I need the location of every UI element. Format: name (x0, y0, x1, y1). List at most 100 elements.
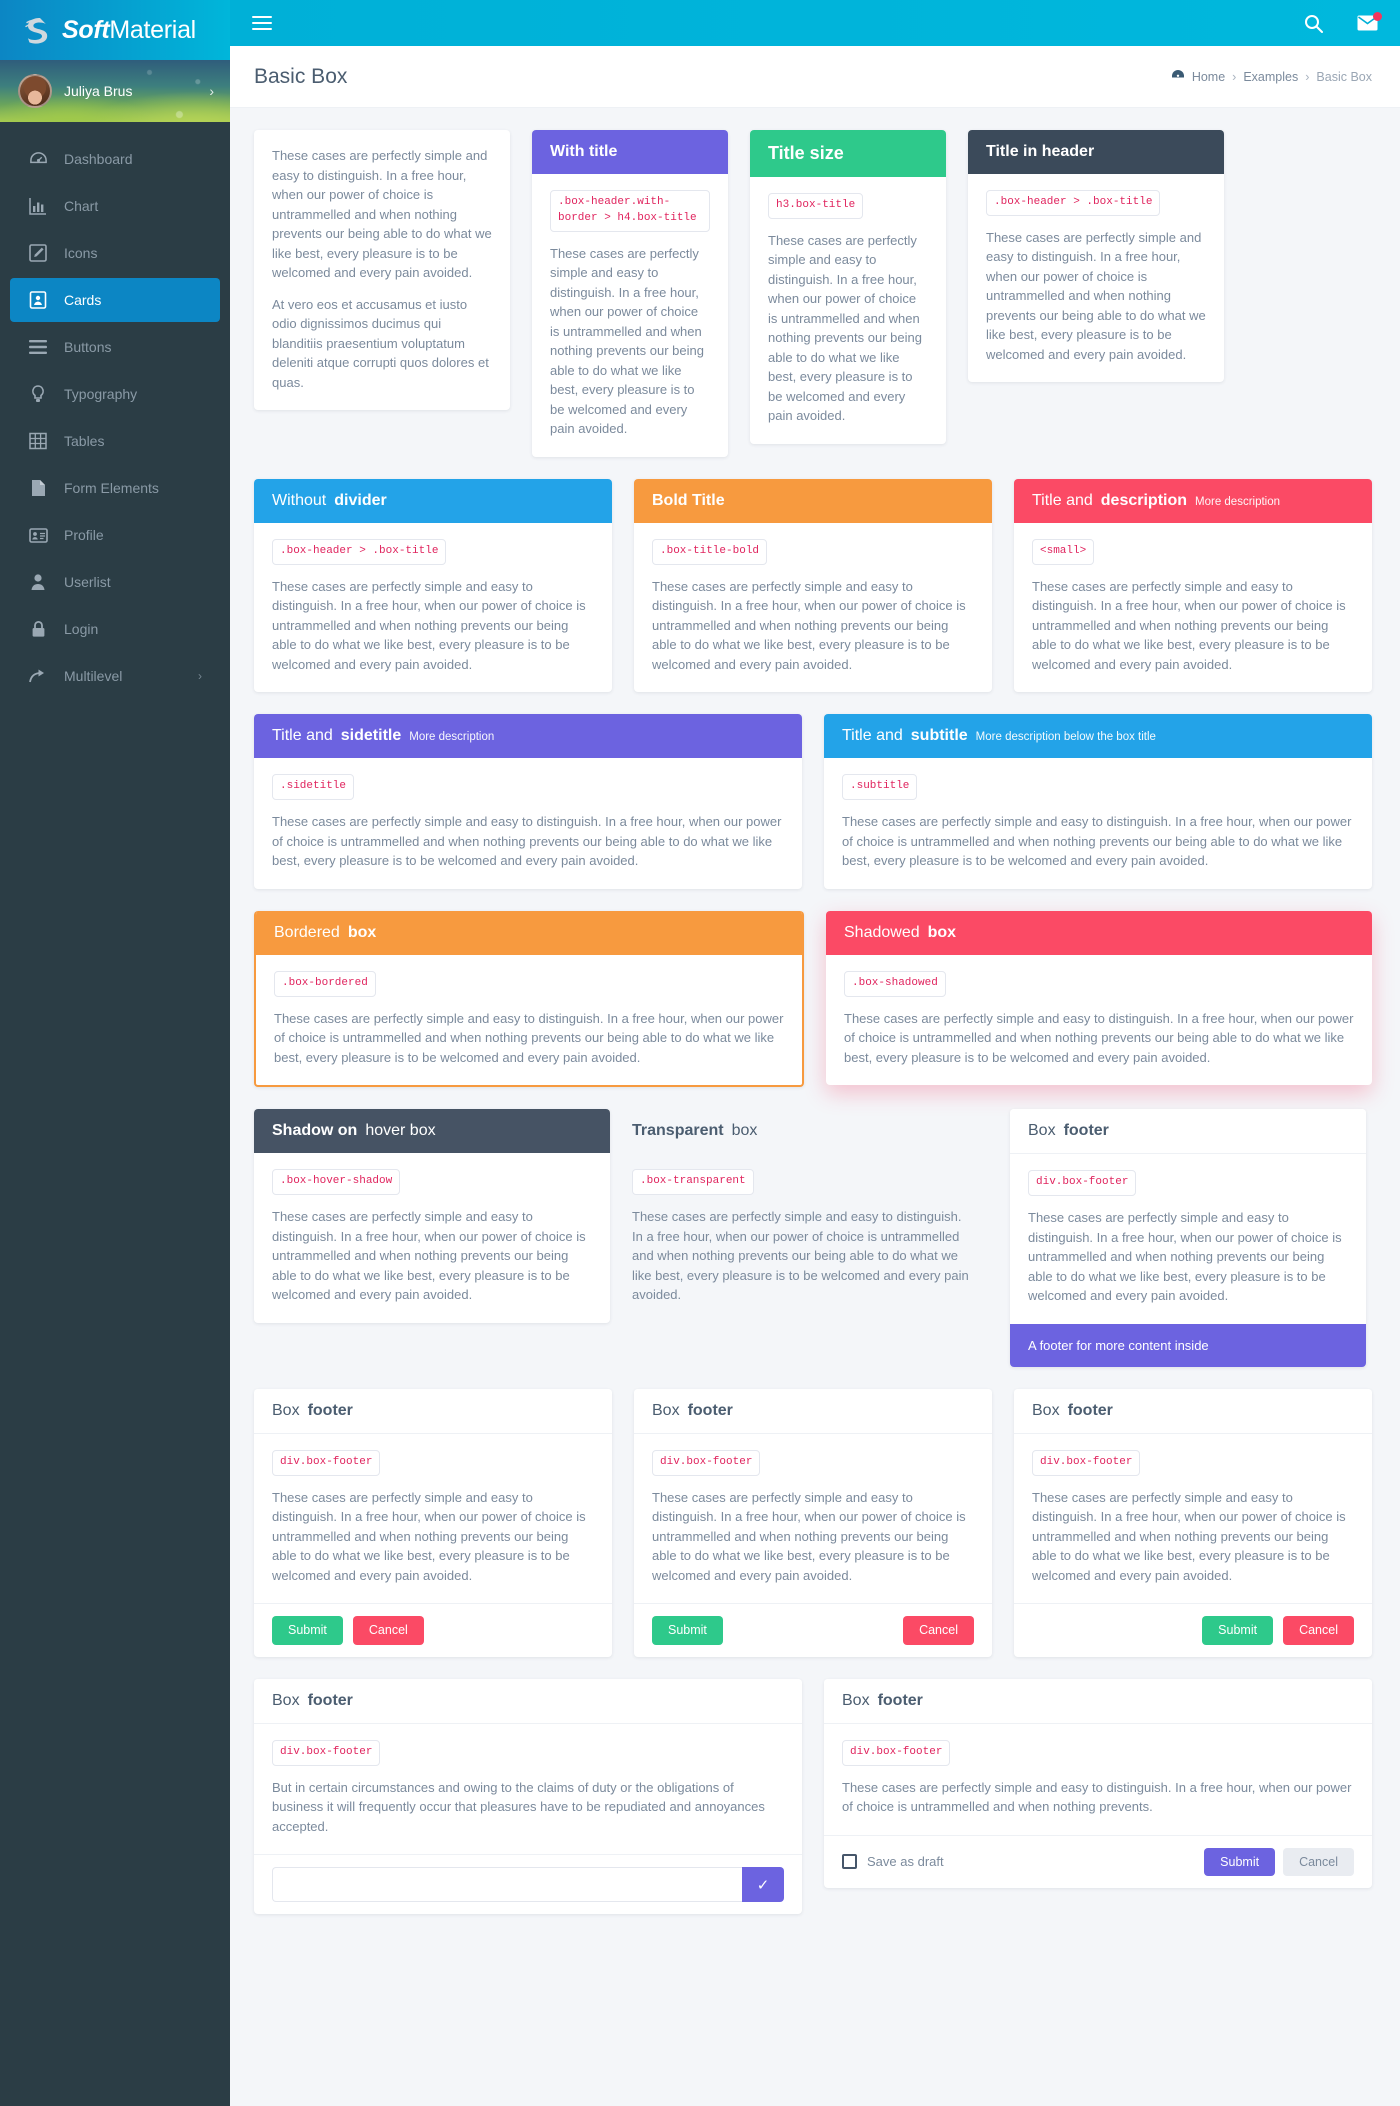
dashboard-icon (28, 149, 48, 169)
sidebar-item-userlist[interactable]: Userlist (10, 560, 220, 604)
card-text: These cases are perfectly simple and eas… (1032, 1489, 1346, 1583)
card-header: Box footer (254, 1388, 612, 1434)
lock-icon (28, 619, 48, 639)
card-row-4: Bordered box .box-bordered These cases a… (254, 910, 1372, 1088)
brand[interactable]: SoftMaterial (0, 0, 230, 60)
code-tag: div.box-footer (1028, 1170, 1137, 1197)
footer-text-input[interactable] (272, 1867, 742, 1902)
card-title-light: Without (272, 491, 327, 509)
submit-check-button[interactable]: ✓ (742, 1867, 784, 1902)
card-title-bold: footer (307, 1691, 353, 1709)
notification-badge (1373, 12, 1382, 21)
submit-button[interactable]: Submit (1204, 1847, 1276, 1876)
card-shadowed: Shadowed box .box-shadowed These cases a… (826, 910, 1372, 1086)
checkbox-icon[interactable] (842, 1854, 857, 1870)
mail-icon[interactable] (1357, 12, 1382, 31)
card-title-light: Box (842, 1691, 870, 1709)
card-title-in-header: Title in header .box-header > .box-title… (968, 130, 1224, 383)
code-tag: .box-header > .box-title (272, 538, 447, 565)
hamburger-icon[interactable] (252, 16, 272, 30)
card-title-bold: box (347, 923, 377, 941)
card-row-2: Without divider .box-header > .box-title… (254, 478, 1372, 693)
edit-icon (28, 243, 48, 263)
card-hover-shadow: Shadow on hover box .box-hover-shadow Th… (254, 1109, 610, 1323)
card-title: Title in header (986, 143, 1095, 160)
card-text: These cases are perfectly simple and eas… (272, 1209, 586, 1303)
card-body: div.box-footer These cases are perfectly… (824, 1724, 1372, 1835)
card-header: Title and subtitle More description belo… (824, 714, 1372, 759)
sidebar-item-profile[interactable]: Profile (10, 513, 220, 557)
card-body: These cases are perfectly simple and eas… (254, 130, 510, 410)
sidebar-item-form-elements[interactable]: Form Elements (10, 466, 220, 510)
card-with-title: With title .box-header.with-border > h4.… (532, 130, 728, 457)
sidebar-item-label: Cards (64, 292, 102, 308)
sidebar-item-login[interactable]: Login (10, 607, 220, 651)
sidebar-item-label: Login (64, 621, 99, 637)
submit-button[interactable]: Submit (272, 1616, 343, 1645)
chart-bar-icon (28, 196, 48, 216)
card-text: These cases are perfectly simple and eas… (652, 1489, 966, 1583)
card-text: These cases are perfectly simple and eas… (550, 245, 704, 437)
card-header: Bold Title (634, 478, 992, 523)
sidebar-item-chart[interactable]: Chart (10, 184, 220, 228)
code-tag: .box-title-bold (652, 538, 768, 565)
cancel-button[interactable]: Cancel (903, 1616, 974, 1645)
id-card-icon (28, 525, 48, 545)
card-without-divider: Without divider .box-header > .box-title… (254, 478, 612, 693)
sidebar-item-icons[interactable]: Icons (10, 231, 220, 275)
card-row-6: Box footer div.box-footer These cases ar… (254, 1388, 1372, 1657)
card-subtitle: More description below the box title (975, 731, 1156, 744)
sidebar-item-label: Typography (64, 386, 138, 402)
code-tag: h3.box-title (768, 193, 864, 219)
card-body: .box-transparent These cases are perfect… (632, 1153, 988, 1322)
card-title-bold: footer (1067, 1401, 1113, 1419)
card-body: div.box-footer But in certain circumstan… (254, 1724, 802, 1854)
card-title-light: Box (1032, 1401, 1060, 1419)
card-body: <small> These cases are perfectly simple… (1014, 523, 1372, 692)
user-name: Juliya Brus (64, 83, 133, 99)
brand-bold: Soft (62, 15, 110, 44)
sidebar-item-tables[interactable]: Tables (10, 419, 220, 463)
sidebar-item-cards[interactable]: Cards (10, 278, 220, 322)
user-panel[interactable]: Juliya Brus › (0, 60, 230, 122)
search-icon[interactable] (1304, 14, 1323, 33)
cancel-button[interactable]: Cancel (1283, 1847, 1354, 1876)
sidebar-item-dashboard[interactable]: Dashboard (10, 137, 220, 181)
card-header: With title (532, 130, 728, 174)
sidebar-item-label: Buttons (64, 339, 112, 355)
submit-button[interactable]: Submit (1202, 1616, 1274, 1645)
lines-icon (28, 337, 48, 357)
app-root: SoftMaterial Juliya Brus › Dashboard Cha… (0, 0, 1400, 2106)
breadcrumb-home[interactable]: Home (1192, 70, 1225, 84)
card-title-light: Box (272, 1401, 300, 1419)
sidebar-item-typography[interactable]: Typography (10, 372, 220, 416)
code-tag: <small> (1032, 538, 1095, 565)
card-header: Title and sidetitle More description (254, 714, 802, 759)
card-description: More description (1195, 495, 1281, 508)
card-title-bold: box (927, 923, 957, 941)
sidebar-item-multilevel[interactable]: Multilevel › (10, 654, 220, 698)
card-title-bold: divider (334, 491, 387, 509)
card-text: These cases are perfectly simple and eas… (652, 578, 966, 672)
card-footer: Submit Cancel (254, 1603, 612, 1657)
card-footer-input: Box footer div.box-footer But in certain… (254, 1678, 802, 1914)
card-header: Title size (750, 130, 946, 177)
card-title-size: Title size h3.box-title These cases are … (750, 130, 946, 444)
card-footer: ✓ (254, 1854, 802, 1914)
card-footer-a: Box footer div.box-footer These cases ar… (254, 1388, 612, 1657)
cancel-button[interactable]: Cancel (352, 1616, 424, 1645)
save-as-draft-checkbox[interactable]: Save as draft (842, 1854, 944, 1870)
sidebar-item-buttons[interactable]: Buttons (10, 325, 220, 369)
card-text: These cases are perfectly simple and eas… (1032, 578, 1346, 672)
card-text: These cases are perfectly simple and eas… (844, 1010, 1354, 1065)
card-header: Title in header (968, 130, 1224, 174)
code-tag: .box-shadowed (844, 970, 946, 997)
topbar-actions (1304, 12, 1382, 33)
sidebar-item-label: Icons (64, 245, 98, 261)
code-tag: div.box-footer (272, 1449, 381, 1476)
submit-button[interactable]: Submit (652, 1616, 723, 1645)
card-body: div.box-footer These cases are perfectly… (1014, 1434, 1372, 1603)
breadcrumb-examples[interactable]: Examples (1243, 70, 1298, 84)
card-title-bold: sidetitle (340, 727, 402, 745)
cancel-button[interactable]: Cancel (1283, 1616, 1354, 1645)
